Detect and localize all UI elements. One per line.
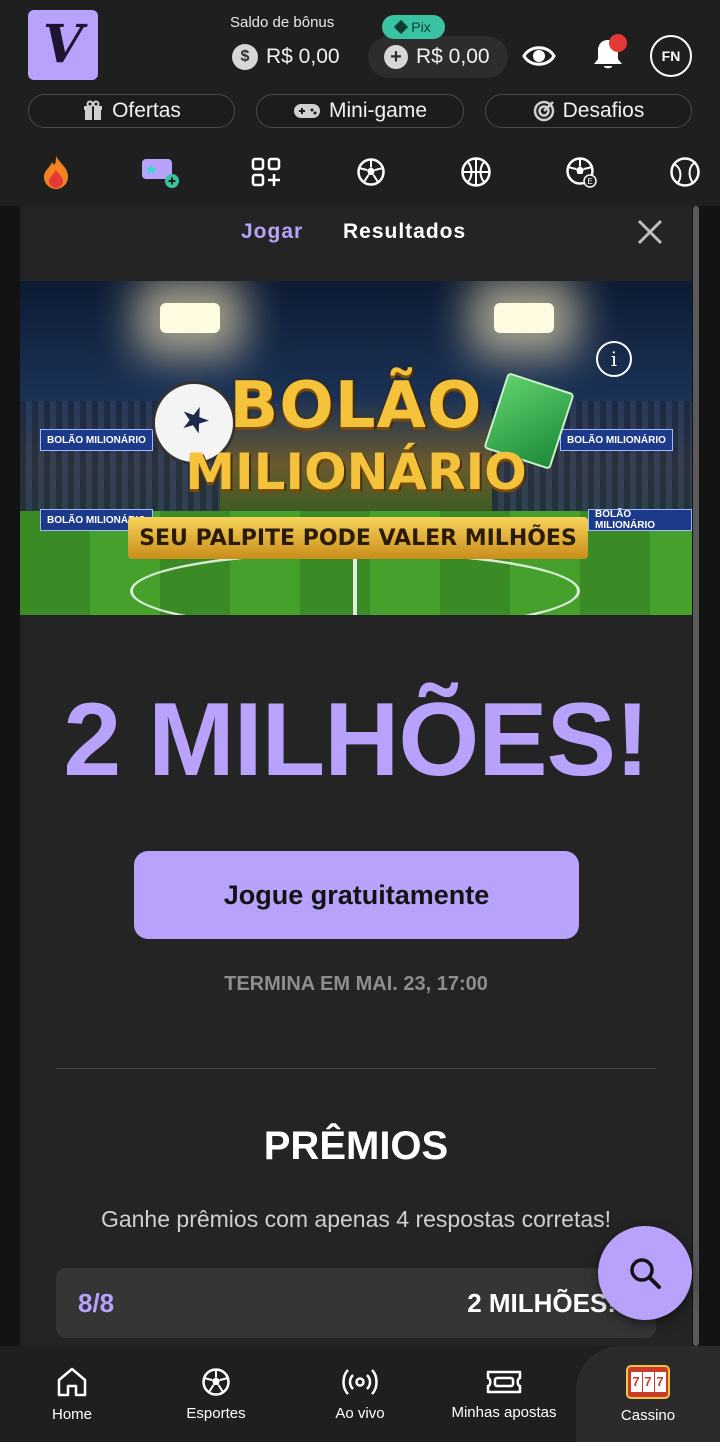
eye-icon[interactable] bbox=[522, 40, 556, 72]
search-button[interactable] bbox=[598, 1226, 692, 1320]
home-icon bbox=[57, 1367, 87, 1396]
slot-machine-icon: 7 7 7 bbox=[626, 1364, 670, 1399]
avatar[interactable]: FN bbox=[650, 35, 692, 77]
ticket-icon bbox=[486, 1370, 522, 1393]
scrollbar[interactable] bbox=[693, 206, 699, 1346]
prize-level: 8/8 bbox=[78, 1288, 115, 1318]
tab-results[interactable]: Resultados bbox=[343, 220, 466, 244]
mini-game-button[interactable]: Mini-game bbox=[256, 94, 464, 128]
tennis-ball-icon bbox=[670, 157, 700, 187]
category-bet-builder[interactable] bbox=[140, 150, 180, 194]
prize-row: 8/8 2 MILHÕES! bbox=[56, 1268, 656, 1338]
nav-my-bets[interactable]: Minhas apostas bbox=[440, 1346, 568, 1442]
category-esoccer[interactable]: E bbox=[561, 150, 601, 194]
search-icon bbox=[630, 1258, 661, 1289]
gift-icon bbox=[84, 100, 103, 120]
soccer-ball-icon bbox=[357, 158, 385, 186]
gamepad-icon bbox=[293, 104, 320, 118]
pix-balance-button[interactable]: + R$ 0,00 bbox=[368, 36, 508, 78]
end-date: TERMINA EM MAI. 23, 17:00 bbox=[224, 973, 488, 995]
logo-letter: V bbox=[42, 14, 84, 75]
soccer-ball-icon bbox=[202, 1367, 230, 1396]
tab-play[interactable]: Jogar bbox=[241, 220, 303, 244]
category-basketball[interactable] bbox=[456, 150, 496, 194]
ticket-plus-icon bbox=[142, 159, 179, 188]
bonus-balance[interactable]: $ R$ 0,00 bbox=[232, 40, 340, 74]
category-tennis[interactable] bbox=[665, 150, 705, 194]
nav-live[interactable]: Ao vivo bbox=[310, 1346, 410, 1442]
nav-home-label: Home bbox=[51, 1405, 92, 1423]
stadium-light-left bbox=[160, 303, 220, 333]
slot-digit: 7 bbox=[630, 1371, 642, 1392]
prizes-title: PRÊMIOS bbox=[263, 1124, 449, 1168]
add-funds-icon: + bbox=[384, 45, 408, 69]
bonus-balance-value: R$ 0,00 bbox=[266, 45, 340, 68]
brand-logo[interactable]: V bbox=[28, 10, 98, 80]
app-header: V Saldo de bônus $ R$ 0,00 + R$ 0,00 Pix… bbox=[0, 0, 720, 206]
offers-button[interactable]: Ofertas bbox=[28, 94, 235, 128]
slot-digit: 7 bbox=[654, 1371, 666, 1392]
challenges-label: Desafios bbox=[562, 99, 645, 122]
notification-dot bbox=[609, 34, 627, 52]
nav-sports[interactable]: Esportes bbox=[166, 1346, 266, 1442]
nav-home[interactable]: Home bbox=[22, 1346, 122, 1442]
pix-badge: Pix bbox=[382, 15, 445, 39]
pix-icon bbox=[394, 19, 409, 35]
nav-casino[interactable]: 7 7 7 Cassino bbox=[576, 1346, 720, 1442]
pix-balance-value: R$ 0,00 bbox=[416, 45, 490, 68]
category-bar: E bbox=[0, 150, 720, 194]
pix-badge-label: Pix bbox=[411, 19, 431, 35]
category-all[interactable] bbox=[246, 150, 286, 194]
esports-ball-icon: E bbox=[566, 157, 597, 188]
nav-sports-label: Esportes bbox=[186, 1404, 246, 1422]
banner-title-line1: BOLÃO bbox=[229, 369, 483, 443]
mini-game-label: Mini-game bbox=[328, 99, 428, 122]
bottom-nav: Home Esportes Ao vivo Minhas apostas 7 7… bbox=[0, 1346, 720, 1442]
play-free-button[interactable]: Jogue gratuitamente bbox=[134, 851, 579, 939]
live-icon bbox=[342, 1368, 378, 1395]
bonus-balance-label: Saldo de bônus bbox=[230, 14, 335, 31]
page-backdrop-left bbox=[0, 206, 20, 1346]
bolao-panel: Jogar Resultados BOLÃO MILIONÁRIO BOLÃO … bbox=[20, 206, 692, 1346]
stadium-light-right bbox=[494, 303, 554, 333]
page: V Saldo de bônus $ R$ 0,00 + R$ 0,00 Pix… bbox=[0, 0, 720, 1442]
category-hot[interactable] bbox=[36, 150, 76, 194]
nav-live-label: Ao vivo bbox=[335, 1404, 385, 1422]
offers-label: Ofertas bbox=[112, 99, 181, 122]
nav-casino-label: Cassino bbox=[620, 1406, 676, 1424]
close-icon[interactable] bbox=[636, 218, 664, 246]
nav-my-bets-label: Minhas apostas bbox=[451, 1403, 557, 1421]
fire-icon bbox=[44, 156, 68, 189]
challenges-button[interactable]: Desafios bbox=[485, 94, 692, 128]
grid-plus-icon bbox=[251, 157, 281, 187]
basketball-icon bbox=[461, 157, 491, 187]
panel-tabs: Jogar Resultados bbox=[20, 206, 692, 266]
banner-title-line2: MILIONÁRIO bbox=[185, 443, 527, 501]
banner-ribbon: SEU PALPITE PODE VALER MILHÕES bbox=[128, 517, 588, 559]
ad-board-bottom-right: BOLÃO MILIONÁRIO bbox=[588, 509, 692, 531]
info-icon[interactable]: i bbox=[596, 341, 632, 377]
prize-headline: 2 MILHÕES! bbox=[63, 682, 649, 798]
prize-amount: 2 MILHÕES! bbox=[467, 1288, 616, 1318]
pitch-midline bbox=[353, 551, 357, 615]
promo-banner: BOLÃO MILIONÁRIO BOLÃO MILIONÁRIO BOLÃO … bbox=[20, 281, 692, 615]
target-icon bbox=[533, 100, 554, 122]
coin-icon: $ bbox=[232, 44, 258, 70]
divider bbox=[56, 1068, 656, 1069]
slot-digit: 7 bbox=[642, 1371, 654, 1392]
svg-text:E: E bbox=[587, 177, 592, 186]
avatar-initials: FN bbox=[661, 48, 681, 64]
category-soccer[interactable] bbox=[351, 150, 391, 194]
prizes-subtitle: Ganhe prêmios com apenas 4 respostas cor… bbox=[100, 1206, 612, 1232]
